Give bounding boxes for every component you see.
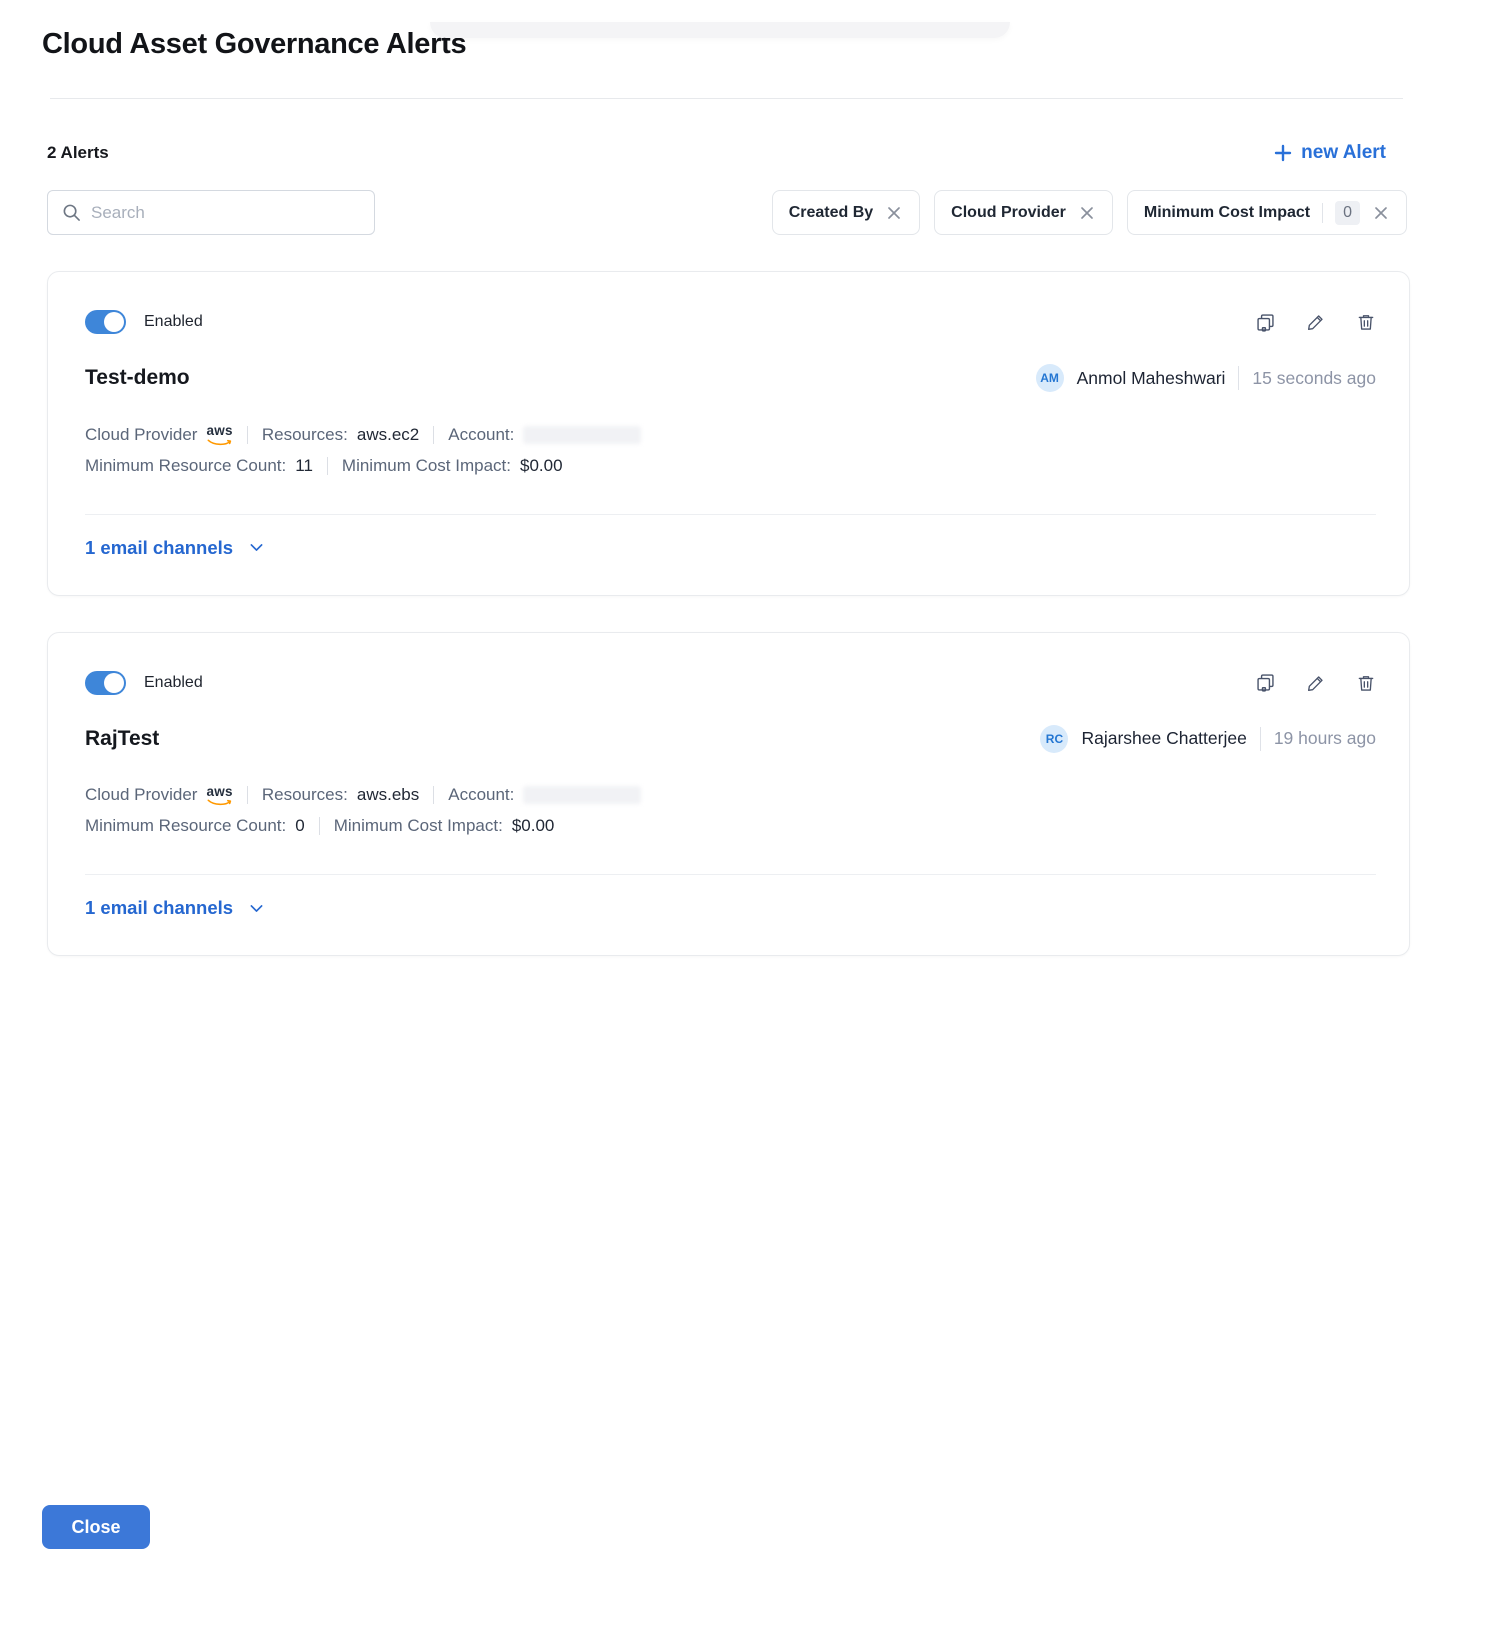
email-channels-expander[interactable]: 1 email channels (85, 897, 265, 919)
avatar: RC (1040, 725, 1068, 753)
edit-button[interactable] (1306, 312, 1326, 332)
chevron-down-icon (248, 539, 265, 556)
divider (1238, 366, 1239, 390)
trash-icon (1356, 673, 1376, 693)
pencil-icon (1306, 312, 1326, 332)
min-cost-impact-value: $0.00 (512, 816, 555, 836)
filter-chip-value: 0 (1335, 201, 1360, 225)
filter-chip-cloud-provider[interactable]: Cloud Provider (934, 190, 1113, 235)
close-button[interactable]: Close (42, 1505, 150, 1549)
alert-name: RajTest (85, 727, 159, 751)
min-cost-impact-label: Minimum Cost Impact: (334, 816, 503, 836)
top-ghost-bar (430, 22, 1010, 38)
min-resource-count-value: 0 (295, 816, 304, 836)
search-icon (62, 203, 81, 222)
enabled-label: Enabled (144, 313, 203, 331)
card-divider (85, 874, 1376, 875)
filter-chip-label: Cloud Provider (951, 204, 1066, 222)
enabled-toggle[interactable] (85, 310, 126, 334)
alert-card: Enabled RajTest RC Rajarshee Chatterjee … (47, 632, 1410, 957)
avatar: AM (1036, 364, 1064, 392)
min-resource-count-value: 11 (295, 456, 313, 476)
search-box[interactable] (47, 190, 375, 235)
filter-chip-label: Minimum Cost Impact (1144, 204, 1310, 222)
filter-chips: Created By Cloud Provider Minimum Cost I… (772, 190, 1407, 235)
divider (1260, 727, 1261, 751)
enabled-label: Enabled (144, 674, 203, 692)
title-divider (50, 98, 1403, 99)
cloud-provider-label: Cloud Provider (85, 425, 197, 445)
remove-filter-icon[interactable] (885, 204, 903, 222)
account-label: Account: (448, 425, 514, 445)
divider (433, 426, 434, 444)
enabled-toggle[interactable] (85, 671, 126, 695)
filter-chip-min-cost-impact[interactable]: Minimum Cost Impact 0 (1127, 190, 1407, 235)
divider (247, 426, 248, 444)
email-channels-expander[interactable]: 1 email channels (85, 537, 265, 559)
duplicate-button[interactable] (1255, 672, 1276, 693)
account-value-redacted (523, 786, 641, 804)
copy-icon (1255, 672, 1276, 693)
plus-icon (1274, 144, 1292, 162)
account-value-redacted (523, 426, 641, 444)
trash-icon (1356, 312, 1376, 332)
cloud-provider-label: Cloud Provider (85, 785, 197, 805)
duplicate-button[interactable] (1255, 312, 1276, 333)
updated-timestamp: 19 hours ago (1274, 728, 1376, 749)
remove-filter-icon[interactable] (1372, 204, 1390, 222)
alert-card: Enabled Test-demo AM Anmol Maheshwari 15… (47, 271, 1410, 596)
delete-button[interactable] (1356, 673, 1376, 693)
author-name: Anmol Maheshwari (1077, 368, 1226, 389)
aws-logo-icon: aws (206, 424, 232, 446)
aws-logo-icon: aws (206, 785, 232, 807)
min-resource-count-label: Minimum Resource Count: (85, 456, 286, 476)
account-label: Account: (448, 785, 514, 805)
alerts-count: 2 Alerts (47, 143, 109, 163)
controls-row: Created By Cloud Provider Minimum Cost I… (47, 190, 1407, 235)
edit-button[interactable] (1306, 673, 1326, 693)
chevron-down-icon (248, 900, 265, 917)
min-cost-impact-value: $0.00 (520, 456, 563, 476)
card-divider (85, 514, 1376, 515)
new-alert-label: new Alert (1301, 142, 1386, 164)
resources-label: Resources: (262, 785, 348, 805)
filter-chip-created-by[interactable]: Created By (772, 190, 920, 235)
resources-value: aws.ebs (357, 785, 419, 805)
divider (247, 786, 248, 804)
pencil-icon (1306, 673, 1326, 693)
resources-value: aws.ec2 (357, 425, 419, 445)
divider (319, 817, 320, 835)
min-cost-impact-label: Minimum Cost Impact: (342, 456, 511, 476)
chip-divider (1322, 203, 1323, 223)
resources-label: Resources: (262, 425, 348, 445)
toolbar: 2 Alerts new Alert (47, 142, 1386, 164)
min-resource-count-label: Minimum Resource Count: (85, 816, 286, 836)
divider (433, 786, 434, 804)
filter-chip-label: Created By (789, 204, 873, 222)
new-alert-button[interactable]: new Alert (1274, 142, 1386, 164)
delete-button[interactable] (1356, 312, 1376, 332)
remove-filter-icon[interactable] (1078, 204, 1096, 222)
copy-icon (1255, 312, 1276, 333)
divider (327, 457, 328, 475)
email-channels-label: 1 email channels (85, 897, 233, 919)
search-input[interactable] (91, 203, 360, 223)
email-channels-label: 1 email channels (85, 537, 233, 559)
updated-timestamp: 15 seconds ago (1252, 368, 1376, 389)
alert-name: Test-demo (85, 366, 190, 390)
author-name: Rajarshee Chatterjee (1081, 728, 1246, 749)
